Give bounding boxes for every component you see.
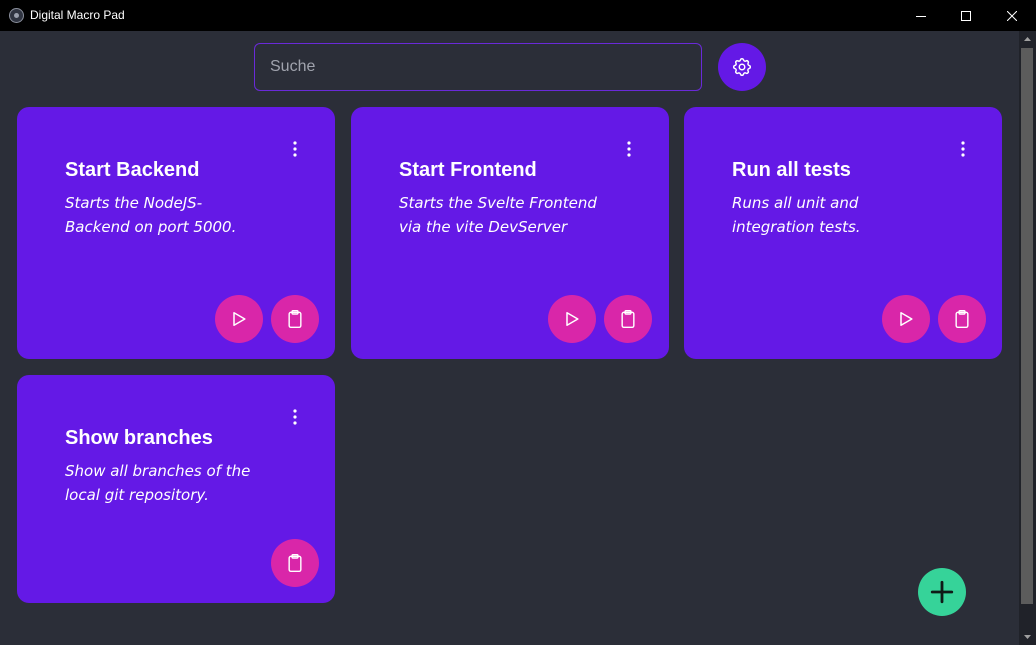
play-icon xyxy=(233,312,246,326)
run-macro-button[interactable] xyxy=(548,295,596,343)
kebab-menu-icon xyxy=(961,141,965,157)
window-titlebar: Digital Macro Pad xyxy=(0,0,1036,31)
clipboard-icon xyxy=(621,309,635,329)
close-icon xyxy=(1007,10,1017,21)
maximize-button[interactable] xyxy=(943,0,989,31)
macro-title: Show branches xyxy=(65,427,213,449)
play-icon xyxy=(566,312,579,326)
macro-description: Starts the Svelte Frontend via the vite … xyxy=(399,194,597,236)
scrollbar-thumb[interactable] xyxy=(1021,48,1033,604)
minimize-button[interactable] xyxy=(898,0,944,31)
macro-description: Show all branches of the local git repos… xyxy=(65,462,251,504)
run-macro-button[interactable] xyxy=(215,295,263,343)
copy-macro-button[interactable] xyxy=(271,539,319,587)
macro-title: Start Backend xyxy=(65,159,200,181)
macro-card: Start Frontend Starts the Svelte Fronten… xyxy=(351,107,669,359)
macro-description: Starts the NodeJS-Backend on port 5000. xyxy=(65,194,237,236)
clipboard-icon xyxy=(955,309,969,329)
macro-description: Runs all unit and integration tests. xyxy=(732,194,861,236)
card-menu-button[interactable] xyxy=(283,405,307,429)
copy-macro-button[interactable] xyxy=(604,295,652,343)
card-menu-button[interactable] xyxy=(951,137,975,161)
plus-icon xyxy=(930,580,954,604)
scroll-up-button[interactable] xyxy=(1019,31,1036,48)
copy-macro-button[interactable] xyxy=(271,295,319,343)
macro-card: Start Backend Starts the NodeJS-Backend … xyxy=(17,107,335,359)
copy-macro-button[interactable] xyxy=(938,295,986,343)
macro-card: Run all tests Runs all unit and integrat… xyxy=(684,107,1002,359)
maximize-icon xyxy=(961,10,971,21)
kebab-menu-icon xyxy=(627,141,631,157)
gear-icon xyxy=(732,57,752,77)
add-macro-button[interactable] xyxy=(918,568,966,616)
search-input[interactable] xyxy=(254,43,702,91)
close-button[interactable] xyxy=(989,0,1035,31)
arrow-up-icon xyxy=(1024,37,1031,41)
run-macro-button[interactable] xyxy=(882,295,930,343)
macro-title: Start Frontend xyxy=(399,159,537,181)
macro-title: Run all tests xyxy=(732,159,851,181)
vertical-scrollbar[interactable] xyxy=(1019,31,1036,645)
macro-card: Show branches Show all branches of the l… xyxy=(17,375,335,603)
settings-button[interactable] xyxy=(718,43,766,91)
clipboard-icon xyxy=(288,309,302,329)
play-icon xyxy=(900,312,913,326)
scroll-down-button[interactable] xyxy=(1019,628,1036,645)
kebab-menu-icon xyxy=(293,409,297,425)
card-menu-button[interactable] xyxy=(283,137,307,161)
minimize-icon xyxy=(916,15,926,17)
window-title: Digital Macro Pad xyxy=(30,8,125,22)
arrow-down-icon xyxy=(1024,635,1031,639)
card-menu-button[interactable] xyxy=(617,137,641,161)
kebab-menu-icon xyxy=(293,141,297,157)
clipboard-icon xyxy=(288,553,302,573)
app-logo-icon xyxy=(9,8,24,23)
